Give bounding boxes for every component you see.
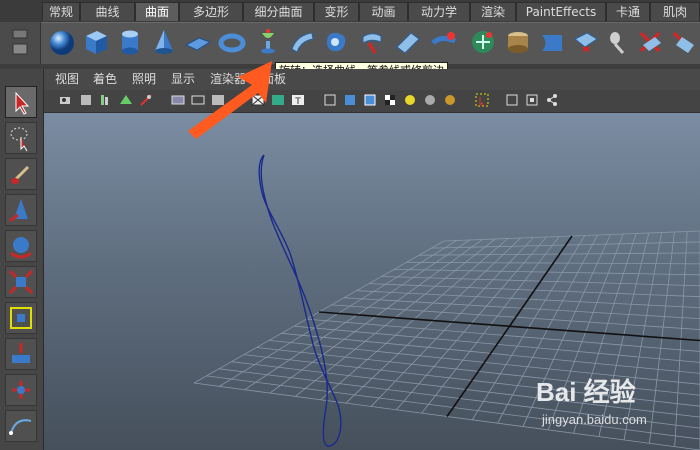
tab-curves[interactable]: 曲线 <box>80 2 135 21</box>
torus-icon[interactable] <box>217 27 247 57</box>
shelf-tab-icon[interactable] <box>12 43 28 55</box>
curve-tool[interactable] <box>5 410 37 442</box>
plane-icon[interactable] <box>183 27 213 57</box>
shelf-handle[interactable] <box>0 0 40 22</box>
square-icon[interactable] <box>468 27 498 57</box>
untrim-icon[interactable] <box>635 27 665 57</box>
wireframe-on-shaded-icon[interactable] <box>362 92 378 108</box>
soft-modification-tool[interactable] <box>5 338 37 370</box>
wireframe-icon[interactable] <box>322 92 338 108</box>
rotate-tool[interactable] <box>5 230 37 262</box>
pointer-arrow-annotation <box>188 61 272 139</box>
loft-icon[interactable] <box>287 27 317 57</box>
isolate-select-icon[interactable] <box>474 92 490 108</box>
planar-icon[interactable] <box>321 27 351 57</box>
image-plane-icon[interactable] <box>118 92 134 108</box>
baidu-jingyan-watermark: Bai 经验 jingyan.baidu.com <box>536 372 696 434</box>
tab-rendering[interactable]: 渲染 <box>470 2 516 21</box>
select-camera-icon[interactable] <box>58 92 74 108</box>
tab-dynamics[interactable]: 动力学 <box>408 2 470 21</box>
smooth-shade-icon[interactable] <box>342 92 358 108</box>
extrude-icon[interactable] <box>357 27 387 57</box>
lasso-tool[interactable] <box>5 122 37 154</box>
cylinder-icon[interactable] <box>115 27 145 57</box>
xray-icon[interactable] <box>504 92 520 108</box>
menu-shading[interactable]: 着色 <box>93 72 117 87</box>
tab-painteffects[interactable]: PaintEffects <box>516 2 606 21</box>
shelf-menu-icon[interactable] <box>12 29 28 39</box>
tab-general[interactable]: 常规 <box>42 2 80 21</box>
project-curve-icon[interactable] <box>537 27 567 57</box>
xray-joints-icon[interactable] <box>524 92 540 108</box>
revolve-icon[interactable] <box>253 27 283 57</box>
move-tool[interactable] <box>5 194 37 226</box>
watermark-url: jingyan.baidu.com <box>542 412 647 427</box>
paint-select-tool[interactable] <box>5 158 37 190</box>
attach-icon[interactable] <box>668 27 698 57</box>
birail-icon[interactable] <box>393 27 423 57</box>
show-manipulator-tool[interactable] <box>5 374 37 406</box>
safe-action-icon[interactable]: T <box>290 92 306 108</box>
svg-text:T: T <box>294 97 301 107</box>
watermark-logo: Bai 经验 <box>536 377 636 407</box>
menu-lighting[interactable]: 照明 <box>132 72 156 87</box>
universal-manipulator-tool[interactable] <box>5 302 37 334</box>
tab-muscle[interactable]: 肌肉 <box>650 2 700 21</box>
shadows-icon[interactable] <box>442 92 458 108</box>
cone-icon[interactable] <box>149 27 179 57</box>
cube-icon[interactable] <box>81 27 111 57</box>
tab-subdiv[interactable]: 细分曲面 <box>243 2 314 21</box>
bookmarks-icon[interactable] <box>98 92 114 108</box>
intersect-icon[interactable] <box>571 27 601 57</box>
textured-icon[interactable] <box>382 92 398 108</box>
tab-polygons[interactable]: 多边形 <box>179 2 243 21</box>
tab-deformation[interactable]: 变形 <box>314 2 359 21</box>
bevel-icon[interactable] <box>503 27 533 57</box>
menu-view[interactable]: 视图 <box>55 72 79 87</box>
camera-attributes-icon[interactable] <box>78 92 94 108</box>
boundary-icon[interactable] <box>429 27 459 57</box>
maya-window: 常规 曲线 曲面 多边形 细分曲面 变形 动画 动力学 渲染 PaintEffe… <box>0 0 700 450</box>
shelf-side-controls <box>0 22 41 64</box>
all-lights-icon[interactable] <box>422 92 438 108</box>
tab-surfaces[interactable]: 曲面 <box>135 2 179 21</box>
2d-pan-zoom-icon[interactable] <box>138 92 154 108</box>
trim-icon[interactable] <box>605 27 635 57</box>
select-tool[interactable] <box>5 86 37 118</box>
sphere-icon[interactable] <box>47 27 77 57</box>
tab-toon[interactable]: 卡通 <box>606 2 650 21</box>
isolate-connections-icon[interactable] <box>544 92 560 108</box>
tab-animation[interactable]: 动画 <box>359 2 408 21</box>
scale-tool[interactable] <box>5 266 37 298</box>
default-light-icon[interactable] <box>402 92 418 108</box>
